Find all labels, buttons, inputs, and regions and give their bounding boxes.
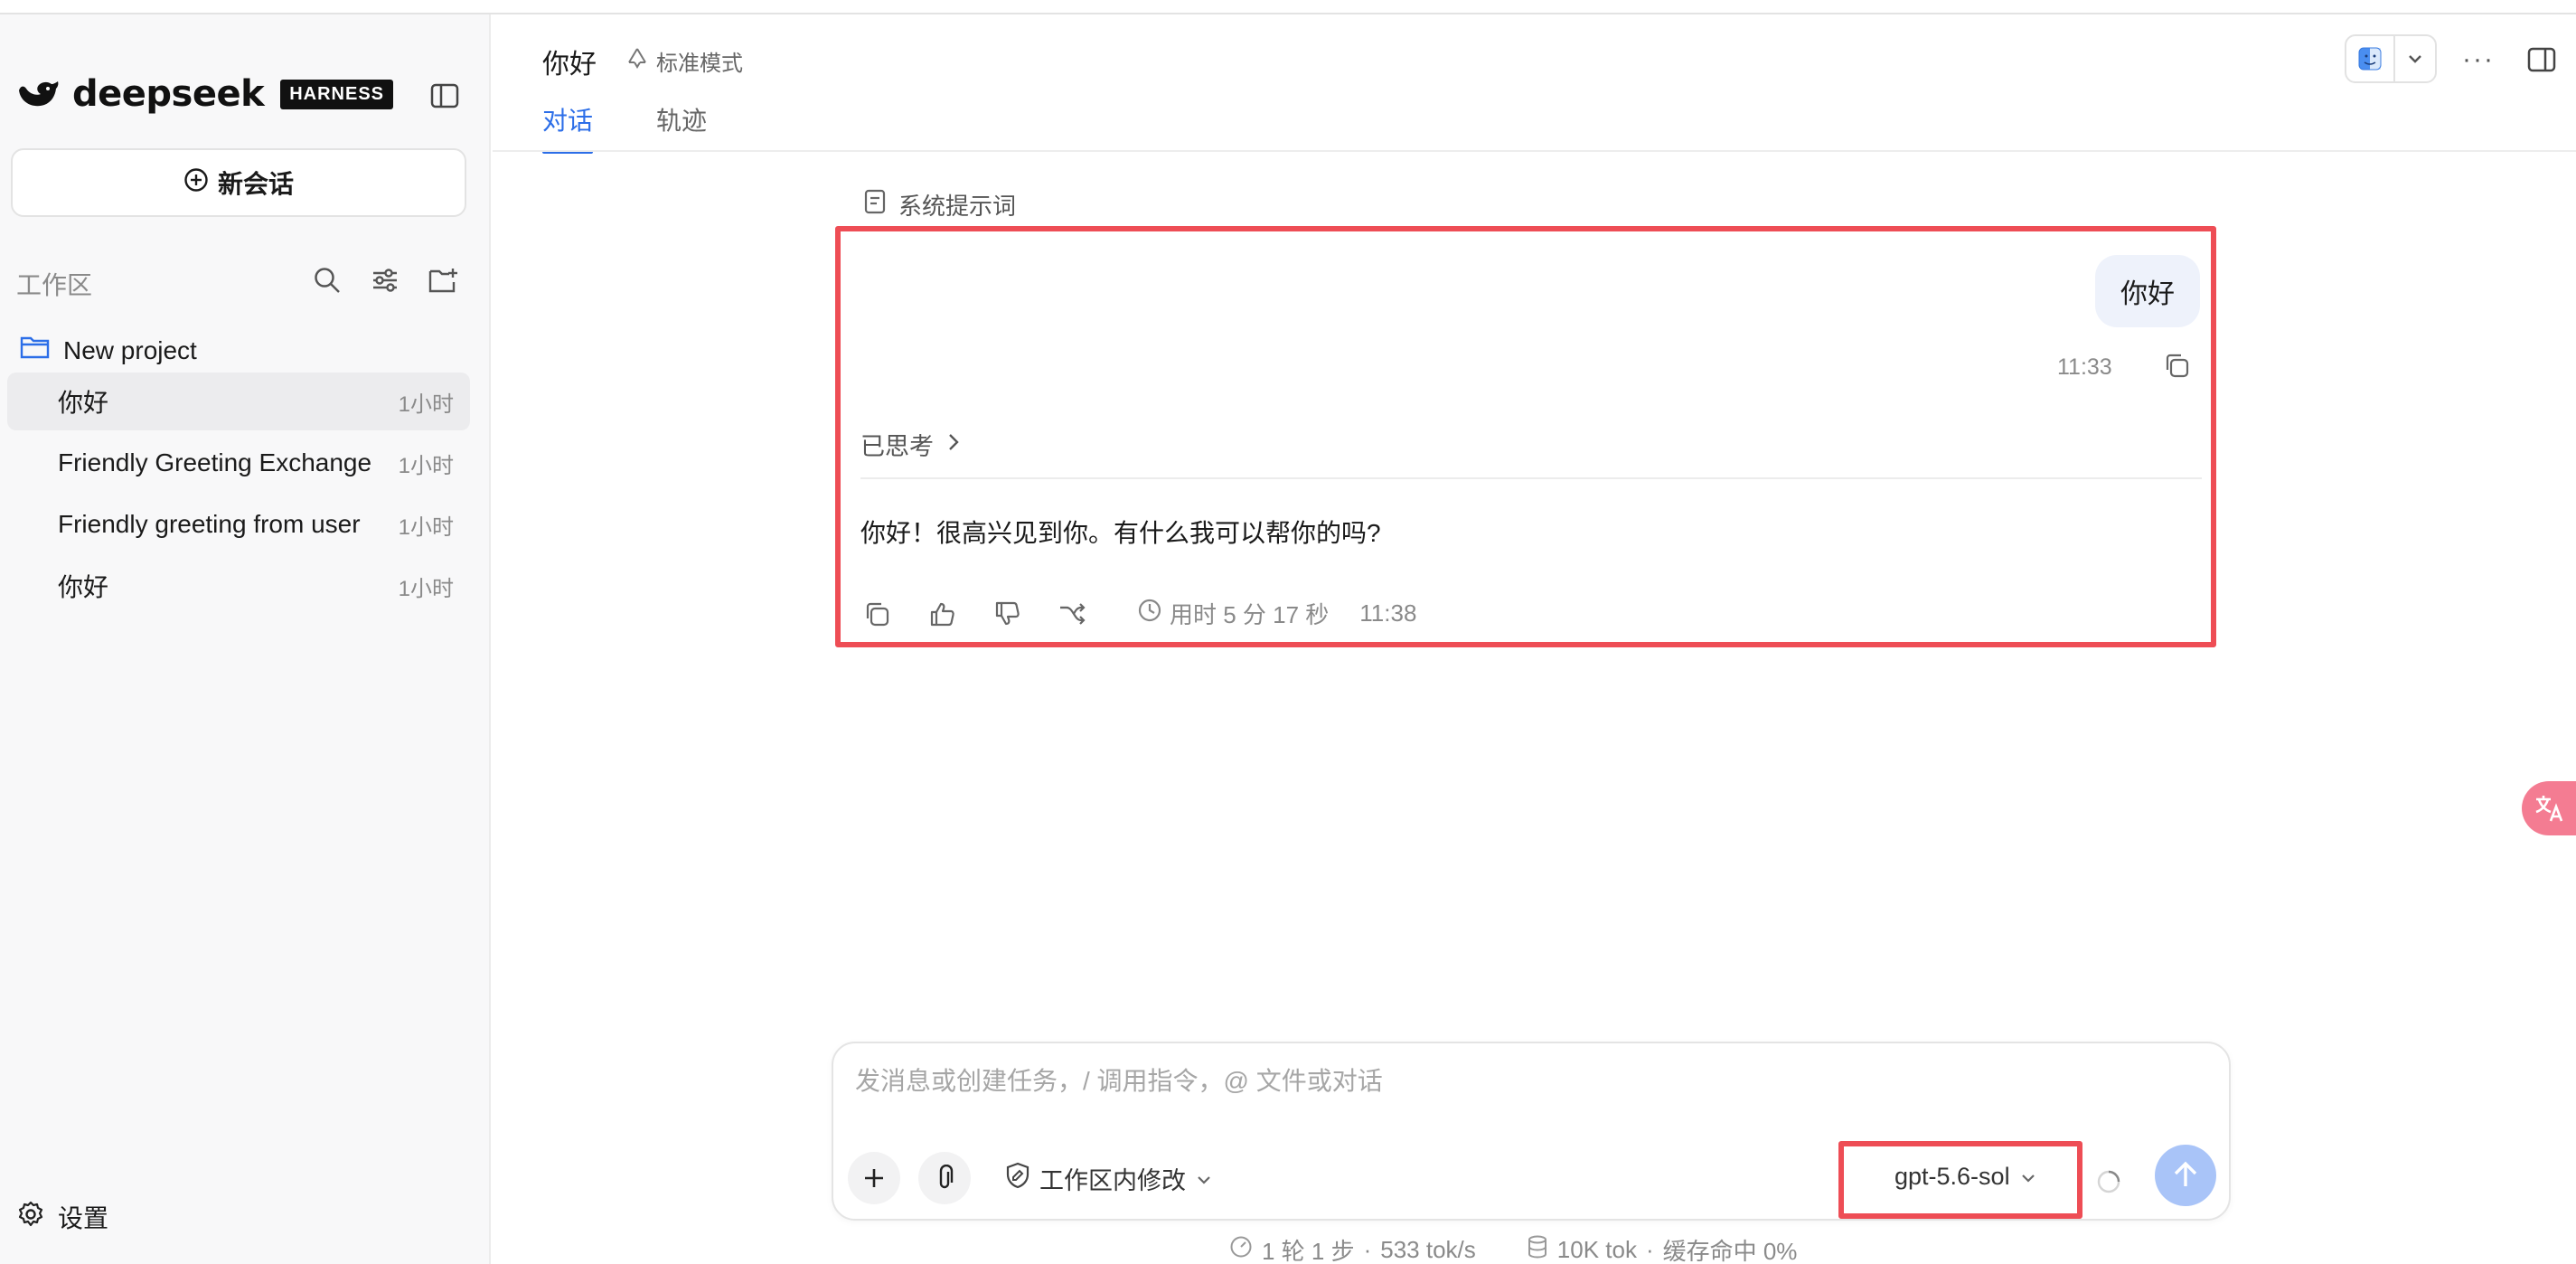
sidebar: deepseek HARNESS 新会话 工作区 New project 你好 … (0, 14, 491, 1264)
gauge-icon (1229, 1235, 1253, 1264)
model-label: gpt-5.6-sol (1894, 1163, 2010, 1190)
conversation-age: 1小时 (398, 453, 454, 478)
thought-toggle[interactable]: 已思考 (860, 427, 961, 462)
filter-icon[interactable] (369, 264, 401, 297)
duration: 用时 5 分 17 秒 (1137, 597, 1329, 630)
workspace-tools (311, 264, 459, 297)
finder-icon[interactable] (2346, 36, 2395, 81)
panel-icon[interactable] (2524, 43, 2560, 76)
document-icon (864, 189, 886, 221)
new-chat-button[interactable]: 新会话 (11, 148, 466, 217)
window-top-bar (0, 0, 2576, 14)
conversation-item[interactable]: Friendly Greeting Exchange 1小时 (7, 434, 470, 492)
message-actions: 用时 5 分 17 秒 11:38 (860, 597, 1416, 630)
page-title: 你好 (542, 50, 597, 80)
conversation-title: 你好 (58, 573, 109, 601)
project-item[interactable]: New project (20, 335, 197, 366)
system-prompt-toggle[interactable]: 系统提示词 (864, 188, 1016, 222)
message-input[interactable] (855, 1067, 2193, 1096)
whale-logo-icon (14, 74, 61, 114)
brand-name: deepseek (72, 73, 265, 115)
conversation-age: 1小时 (398, 391, 454, 417)
open-in-app-button[interactable] (2345, 34, 2437, 83)
mode-selector[interactable]: 标准模式 (625, 45, 743, 77)
conversation-title: 你好 (58, 389, 109, 417)
user-message-time: 11:33 (2057, 354, 2112, 380)
conversation-item[interactable]: 你好 1小时 (7, 373, 470, 430)
settings-label: 设置 (58, 1204, 109, 1232)
gear-icon (16, 1200, 45, 1235)
settings-button[interactable]: 设置 (16, 1199, 108, 1235)
system-prompt-label: 系统提示词 (898, 193, 1017, 220)
send-button[interactable] (2155, 1145, 2216, 1206)
stats-separator: · (1645, 1236, 1654, 1263)
header-divider (493, 150, 2576, 152)
mode-label: 标准模式 (656, 52, 743, 76)
tab-trace[interactable]: 轨迹 (656, 101, 707, 154)
conversation-title: Friendly Greeting Exchange (58, 448, 372, 476)
assistant-message-time: 11:38 (1359, 599, 1417, 627)
stats-cache-value: 缓存命中 0% (1662, 1238, 1798, 1264)
stats-tokens: 10K tok · 缓存命中 0% (1527, 1233, 1798, 1264)
annotation-highlight (835, 226, 2216, 647)
thumbs-up-icon[interactable] (926, 598, 958, 630)
conversation-item[interactable]: 你好 1小时 (7, 557, 470, 615)
translate-icon[interactable] (2522, 781, 2576, 835)
search-icon[interactable] (311, 264, 343, 297)
more-button[interactable]: ··· (2458, 42, 2498, 78)
chevron-down-icon[interactable] (2395, 52, 2435, 65)
conversation-age: 1小时 (398, 576, 454, 601)
user-message: 你好 (2095, 255, 2200, 327)
branch-icon[interactable] (1056, 598, 1088, 630)
new-chat-label: 新会话 (217, 170, 294, 198)
tab-bar: 对话 轨迹 (542, 101, 707, 154)
project-name: New project (63, 335, 197, 364)
shield-edit-icon (1005, 1162, 1030, 1195)
thought-divider (860, 477, 2202, 479)
arrow-up-icon (2172, 1161, 2199, 1190)
chevron-right-icon (946, 430, 961, 458)
database-icon (1527, 1234, 1548, 1264)
plus-circle-icon (183, 167, 209, 199)
paperclip-icon[interactable] (918, 1152, 971, 1204)
usage-stats: 1 轮 1 步 · 533 tok/s 10K tok · 缓存命中 0% (1229, 1233, 1797, 1264)
chevron-down-icon (1195, 1165, 1213, 1193)
brand-badge: HARNESS (280, 79, 393, 109)
scope-selector[interactable]: 工作区内修改 (1005, 1161, 1213, 1196)
workspace-label: 工作区 (16, 271, 93, 299)
stats-speed-value: 533 tok/s (1380, 1236, 1476, 1263)
tab-chat[interactable]: 对话 (542, 101, 594, 154)
sidebar-toggle-icon[interactable] (428, 80, 461, 112)
plus-icon[interactable] (848, 1152, 900, 1204)
chevron-down-icon (2019, 1163, 2037, 1191)
conversation-age: 1小时 (398, 514, 454, 540)
clock-icon (1137, 598, 1162, 629)
brand-logo: deepseek HARNESS (14, 61, 393, 127)
stats-tokens-value: 10K tok (1556, 1236, 1637, 1263)
loading-icon (2095, 1168, 2122, 1195)
copy-icon[interactable] (860, 598, 893, 630)
folder-icon (20, 335, 51, 366)
conversation-item[interactable]: Friendly greeting from user 1小时 (7, 495, 470, 553)
new-folder-icon[interactable] (427, 264, 459, 297)
conversation-title: Friendly greeting from user (58, 510, 361, 538)
thought-label: 已思考 (860, 433, 934, 460)
copy-icon[interactable] (2160, 349, 2193, 382)
stats-separator: · (1363, 1236, 1372, 1263)
stats-speed: 1 轮 1 步 · 533 tok/s (1229, 1233, 1476, 1264)
stats-rounds: 1 轮 1 步 (1262, 1238, 1355, 1264)
scope-label: 工作区内修改 (1039, 1167, 1186, 1194)
recycle-icon (625, 46, 649, 76)
thumbs-down-icon[interactable] (991, 598, 1023, 630)
duration-label: 用时 5 分 17 秒 (1170, 601, 1330, 628)
model-selector[interactable]: gpt-5.6-sol (1894, 1163, 2037, 1191)
assistant-message: 你好！很高兴见到你。有什么我可以帮你的吗? (860, 519, 1381, 547)
